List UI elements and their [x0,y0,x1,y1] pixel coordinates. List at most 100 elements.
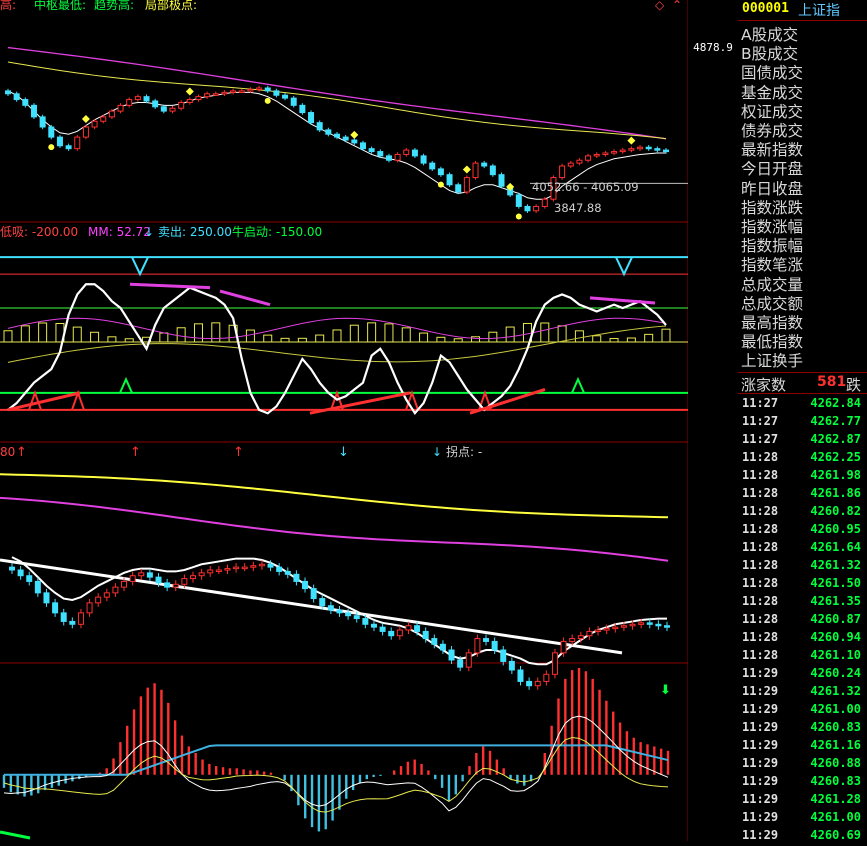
candle-body [351,139,358,144]
candle-body [290,97,297,106]
vol-bar [471,336,481,343]
candle-body [533,205,540,212]
candle-body [517,669,524,682]
tick-row[interactable]: 11:28 4261.86 [738,486,867,504]
vol-bar [626,337,636,343]
bull-marker [119,376,133,394]
tick-time: 11:28 [742,576,779,590]
candle-body [559,165,566,179]
candle-body [198,572,205,577]
candle-body [541,198,548,207]
chevron-up-icon[interactable]: ⌃ [672,0,682,12]
candle-body [629,623,636,627]
pole-marker [81,115,90,123]
candle-body [334,133,340,138]
candle-body [169,107,176,112]
tick-price: 4260.95 [810,522,861,536]
up-arrow-icon: ↑ [130,445,141,460]
field-label: 总成交量 [741,275,804,294]
tick-time: 11:29 [742,810,779,824]
tick-price: 4260.82 [810,504,861,518]
candle-body [474,638,481,654]
tick-row[interactable]: 11:27 4262.84 [738,396,867,414]
candle-body [117,104,124,112]
candle-body [256,87,263,90]
tick-time: 11:28 [742,558,779,572]
candle-body [56,136,63,147]
tick-row[interactable]: 11:28 4260.82 [738,504,867,522]
tick-row[interactable]: 11:28 4261.50 [738,576,867,594]
tick-row[interactable]: 11:29 4260.69 [738,828,867,846]
tick-row[interactable]: 11:29 4260.83 [738,720,867,738]
candle-body [379,626,386,632]
candle-body [250,565,257,568]
weekly-yellow-line [0,473,669,519]
tick-price: 4261.00 [810,702,861,716]
tick-time: 11:28 [742,612,779,626]
candle-body [238,90,245,93]
tick-row[interactable]: 11:29 4261.28 [738,792,867,810]
candle-body [108,110,115,118]
tick-time: 11:27 [742,414,779,428]
bull-marker [571,376,585,394]
candle-body [457,659,464,668]
candle-body [534,680,541,687]
tick-row[interactable]: 11:29 4260.88 [738,756,867,774]
candle-body [186,99,193,103]
tick-row[interactable]: 11:27 4262.77 [738,414,867,432]
tick-row[interactable]: 11:29 4261.00 [738,702,867,720]
tick-time: 11:28 [742,450,779,464]
tick-row[interactable]: 11:28 4260.94 [738,630,867,648]
oscillator-legend: 低吸: -200.00 MM: 52.72 ↓ 卖出: 250.00 牛启动: … [0,224,322,239]
advancers-label: 涨家数 [741,376,787,394]
tick-price: 4261.10 [810,648,861,662]
candle-body [60,612,67,622]
vol-bar [401,327,411,343]
candle-body [160,106,167,112]
tick-row[interactable]: 11:28 4261.32 [738,558,867,576]
tick-row[interactable]: 11:28 4261.64 [738,540,867,558]
vol-bar [661,328,671,343]
candle-body [215,569,222,572]
tick-row[interactable]: 11:29 4260.83 [738,774,867,792]
tick-price: 4260.87 [810,612,861,626]
chart-area[interactable]: 高: 中枢最低: 趋势高: 局部极点: ◇ ⌃ 5200500048004600… [0,0,688,841]
legend-num: 80 [0,445,15,459]
candle-body [52,602,59,614]
field-label: A股成交 [741,26,799,44]
candle-body [411,149,418,157]
legend-local-pole: 局部极点: [145,0,197,12]
candle-body [414,625,421,632]
candle-body [129,575,136,582]
tick-row[interactable]: 11:27 4262.87 [738,432,867,450]
low-marker [515,213,522,220]
tick-price: 4261.32 [810,684,861,698]
tick-row[interactable]: 11:28 4261.98 [738,468,867,486]
candle-body [551,652,558,675]
tick-row[interactable]: 11:29 4261.00 [738,810,867,828]
tick-row[interactable]: 11:28 4260.87 [738,612,867,630]
candle-body [212,93,219,96]
candle-body [500,649,507,662]
diamond-icon: ◇ [655,0,665,12]
candle-body [138,572,145,577]
stock-code[interactable]: 000001 [742,1,789,16]
candle-body [446,174,453,186]
tick-row[interactable]: 11:29 4261.32 [738,684,867,702]
tick-row[interactable]: 11:29 4261.16 [738,738,867,756]
stock-name[interactable]: 上证指 [798,0,840,20]
tick-row[interactable]: 11:28 4261.10 [738,648,867,666]
candle-body [515,194,522,207]
candle-body [465,652,472,668]
tick-row[interactable]: 11:28 4262.25 [738,450,867,468]
tick-row[interactable]: 11:28 4261.35 [738,594,867,612]
vol-bar [384,323,394,343]
pole-marker [462,165,471,174]
tick-row[interactable]: 11:29 4260.24 [738,666,867,684]
vol-bar [176,327,186,343]
candle-body [146,572,153,578]
tick-time: 11:28 [742,648,779,662]
tick-price: 4262.77 [810,414,861,428]
tick-row[interactable]: 11:28 4260.95 [738,522,867,540]
candle-body [586,630,593,637]
